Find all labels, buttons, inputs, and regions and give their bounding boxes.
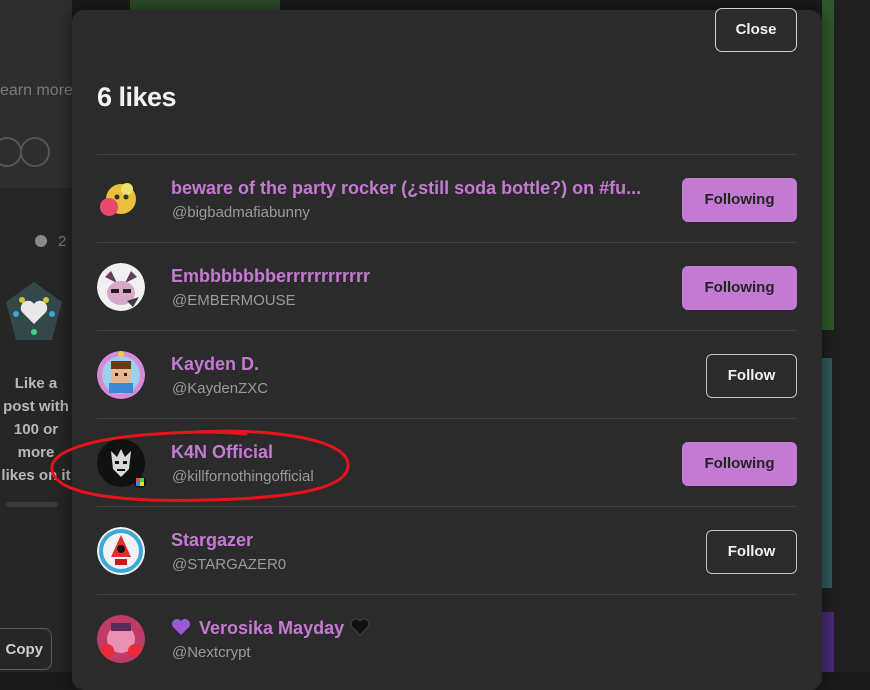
user-handle: @EMBERMOUSE — [172, 292, 296, 309]
user-avatar-icon — [97, 439, 146, 488]
user-handle: @bigbadmafiabunny — [172, 204, 310, 221]
avatar[interactable] — [97, 351, 145, 399]
list-item[interactable]: beware of the party rocker (¿still soda … — [97, 154, 797, 242]
background-image-strip — [822, 358, 832, 588]
progress-bar — [6, 502, 58, 507]
copy-button[interactable]: Copy — [0, 628, 52, 670]
user-name[interactable]: Stargazer — [171, 530, 253, 551]
user-handle: @STARGAZER0 — [172, 556, 287, 573]
user-avatar-icon — [97, 351, 145, 399]
follow-button[interactable]: Follow — [706, 530, 797, 574]
following-button[interactable]: Following — [682, 442, 797, 486]
likes-list: beware of the party rocker (¿still soda … — [97, 154, 797, 682]
background-image-strip — [822, 0, 834, 330]
circle-icon — [20, 137, 50, 167]
avatar[interactable] — [97, 527, 145, 575]
user-name[interactable]: beware of the party rocker (¿still soda … — [171, 178, 641, 199]
user-name-text: Verosika Mayday — [199, 618, 345, 638]
user-handle: @Nextcrypt — [172, 644, 251, 661]
following-button[interactable]: Following — [682, 178, 797, 222]
close-button[interactable]: Close — [715, 8, 797, 52]
achievement-badge-icon — [6, 282, 62, 340]
user-handle: @KaydenZXC — [172, 380, 269, 397]
user-avatar-icon — [97, 527, 145, 575]
list-item[interactable]: Stargazer @STARGAZER0 Follow — [97, 506, 797, 594]
modal-title: 6 likes — [97, 82, 177, 112]
follow-button[interactable]: Follow — [706, 354, 797, 398]
user-avatar-icon — [97, 615, 145, 663]
black-heart-icon — [350, 618, 370, 636]
like-badge-text: Like a post with 100 or more likes on it — [1, 375, 71, 484]
following-button[interactable]: Following — [682, 266, 797, 310]
purple-heart-icon — [172, 619, 190, 635]
user-avatar-icon — [97, 175, 145, 223]
list-item[interactable]: K4N Official @killfornothingofficial Fol… — [97, 418, 797, 506]
clock-text: 2 — [58, 233, 67, 250]
avatar[interactable] — [97, 263, 145, 311]
list-item[interactable]: Verosika Mayday @Nextcrypt — [97, 594, 797, 682]
background-image-strip — [822, 612, 834, 672]
user-avatar-icon — [97, 263, 145, 311]
avatar[interactable] — [97, 439, 146, 488]
avatar[interactable] — [97, 175, 145, 223]
list-item[interactable]: Kayden D. @KaydenZXC Follow — [97, 330, 797, 418]
list-item[interactable]: Embbbbbbberrrrrrrrrrrr @EMBERMOUSE Follo… — [97, 242, 797, 330]
avatar[interactable] — [97, 615, 145, 663]
user-name[interactable]: Embbbbbbberrrrrrrrrrrr — [171, 266, 370, 287]
user-name[interactable]: Kayden D. — [171, 354, 259, 375]
user-handle: @killfornothingofficial — [172, 468, 314, 485]
clock-icon — [35, 235, 47, 247]
background-image-strip — [130, 0, 280, 10]
user-name[interactable]: Verosika Mayday — [171, 618, 370, 639]
user-name[interactable]: K4N Official — [171, 442, 273, 463]
likes-modal: Close 6 likes beware of the party rocker… — [72, 8, 822, 690]
learn-more-link[interactable]: earn more — [0, 82, 73, 100]
